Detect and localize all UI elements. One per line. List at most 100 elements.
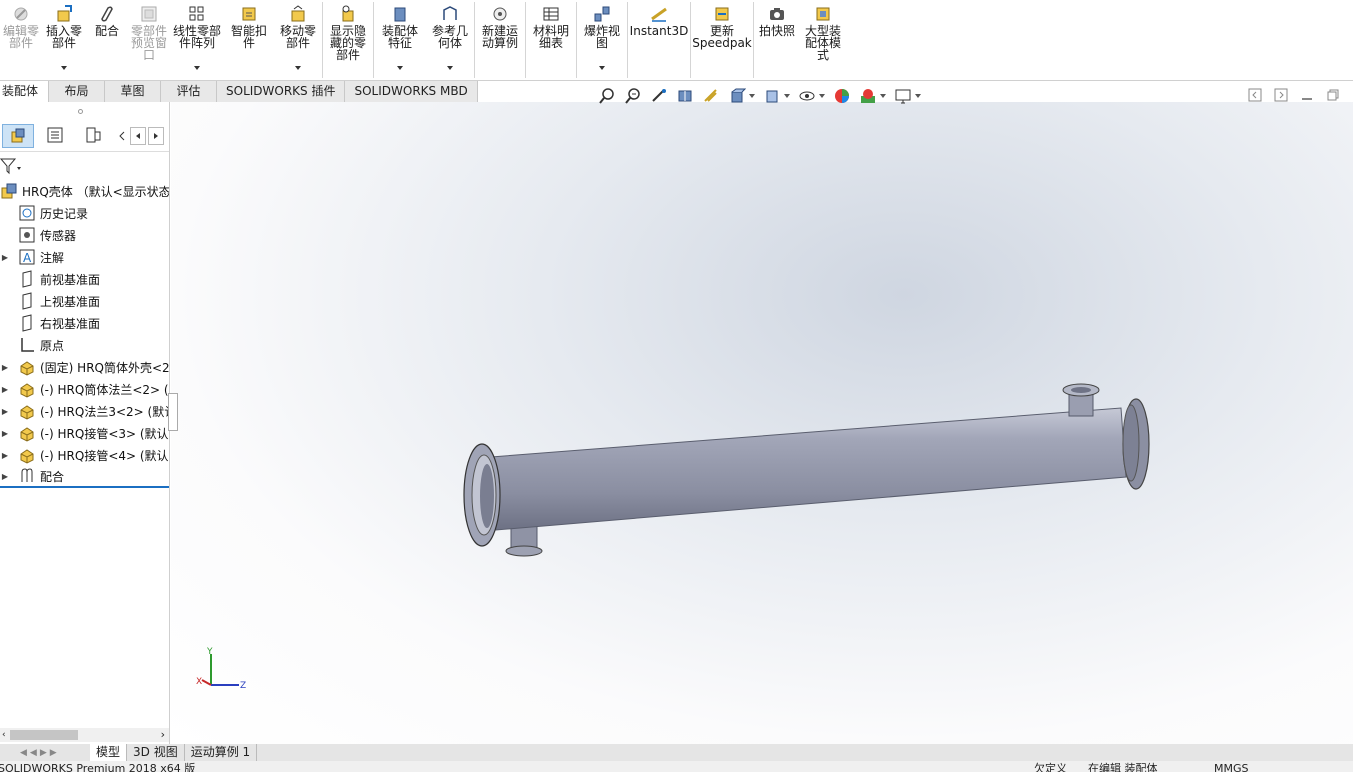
tree-item[interactable]: 前视基准面 <box>0 268 169 290</box>
tree-item-label: 历史记录 <box>40 206 89 221</box>
previous-view-icon[interactable] <box>650 87 668 105</box>
tree-root-assembly[interactable]: HRQ壳体 （默认<显示状态- <box>0 180 169 202</box>
bom-button[interactable]: 材料明 细表 <box>526 0 576 78</box>
instant3d-button[interactable]: Instant3D <box>628 0 690 78</box>
chevron-down-icon[interactable] <box>819 94 825 98</box>
view-settings-icon[interactable] <box>894 87 912 105</box>
chevron-down-icon[interactable] <box>915 94 921 98</box>
tree-item[interactable]: 上视基准面 <box>0 290 169 312</box>
filter-button[interactable] <box>0 156 24 176</box>
smart-fastener-button[interactable]: 智能扣 件 <box>224 0 274 78</box>
new-motion-study-button[interactable]: 新建运 动算例 <box>475 0 525 78</box>
chevron-down-icon[interactable] <box>880 94 886 98</box>
edit-appearance-icon[interactable] <box>833 87 851 105</box>
chevron-down-icon[interactable] <box>447 66 453 70</box>
scroll-left-icon[interactable]: ‹ <box>2 730 6 740</box>
minimize-icon[interactable] <box>1300 88 1314 102</box>
expand-arrow-icon[interactable]: ▶ <box>0 451 10 460</box>
move-component-button[interactable]: 移动零 部件 <box>274 0 322 78</box>
exploded-view-button[interactable]: 爆炸视 图 <box>577 0 627 78</box>
expand-arrow-icon[interactable]: ▶ <box>0 429 10 438</box>
expand-arrow-icon[interactable]: ▶ <box>0 385 10 394</box>
left-flange[interactable] <box>463 443 501 547</box>
expand-arrow-icon[interactable]: ▶ <box>0 472 10 481</box>
dynamic-annotation-icon[interactable] <box>702 87 720 105</box>
tab-scroll-left[interactable] <box>116 127 128 145</box>
horizontal-scrollbar[interactable]: ‹ › <box>0 728 169 742</box>
tree-item[interactable]: ▶ (-) HRQ接管<4> (默认 <box>0 444 169 466</box>
part-icon <box>20 449 34 464</box>
reference-geometry-label: 参考几 何体 <box>431 24 468 50</box>
apply-scene-icon[interactable] <box>859 87 877 105</box>
expand-arrow-icon[interactable]: ▶ <box>0 253 10 262</box>
expand-arrow-icon[interactable]: ▶ <box>0 363 10 372</box>
large-assembly-button[interactable]: 大型装 配体模 式 <box>800 0 846 78</box>
next-viewport-icon[interactable] <box>1274 88 1288 102</box>
view-orientation-icon[interactable] <box>728 87 746 105</box>
snapshot-button[interactable]: 拍快照 <box>754 0 800 78</box>
part-icon <box>20 361 34 376</box>
tab-solidworks-addins[interactable]: SOLIDWORKS 插件 <box>217 81 346 102</box>
tree-item[interactable]: ▶ A 注解 <box>0 246 169 268</box>
tree-item[interactable]: 右视基准面 <box>0 312 169 334</box>
tab-prev-button[interactable] <box>130 126 146 145</box>
display-style-icon[interactable] <box>763 87 781 105</box>
panel-grip-icon[interactable] <box>78 109 83 114</box>
tab-nav-buttons[interactable]: ◀◀▶▶ <box>0 744 90 761</box>
status-editing[interactable]: 在编辑 装配体 <box>1088 763 1158 772</box>
restore-icon[interactable] <box>1326 88 1340 102</box>
chevron-down-icon[interactable] <box>749 94 755 98</box>
tab-assembly[interactable]: 装配体 <box>0 81 49 102</box>
tree-item[interactable]: ▶ (-) HRQ筒体法兰<2> ( <box>0 378 169 400</box>
hide-show-items-icon[interactable] <box>798 87 816 105</box>
tab-sketch[interactable]: 草图 <box>105 81 161 102</box>
tree-item[interactable]: ▶ (固定) HRQ筒体外壳<2 <box>0 356 169 378</box>
tree-item[interactable]: 历史记录 <box>0 202 169 224</box>
tree-item[interactable]: ▶ (-) HRQ接管<3> (默认 <box>0 422 169 444</box>
chevron-down-icon[interactable] <box>61 66 67 70</box>
right-flange[interactable] <box>1122 398 1150 490</box>
mate-button[interactable]: 配合 <box>86 0 128 78</box>
insert-component-button[interactable]: 插入零 部件 <box>42 0 86 78</box>
chevron-down-icon[interactable] <box>397 66 403 70</box>
graphics-area[interactable]: Y Z X <box>171 102 1353 744</box>
exploded-view-icon <box>594 6 610 22</box>
tab-3d-view[interactable]: 3D 视图 <box>127 744 185 761</box>
tab-layout[interactable]: 布局 <box>49 81 105 102</box>
scroll-thumb[interactable] <box>10 730 78 740</box>
reference-geometry-button[interactable]: 参考几 何体 <box>426 0 474 78</box>
zoom-to-fit-icon[interactable] <box>598 87 616 105</box>
zoom-to-area-icon[interactable] <box>624 87 642 105</box>
expand-arrow-icon[interactable]: ▶ <box>0 407 10 416</box>
linear-pattern-button[interactable]: 线性零部 件阵列 <box>170 0 224 78</box>
tab-solidworks-mbd[interactable]: SOLIDWORKS MBD <box>345 81 478 102</box>
tree-item[interactable]: ▶ 配合 <box>0 466 169 488</box>
status-units[interactable]: MMGS <box>1214 763 1249 772</box>
chevron-down-icon[interactable] <box>599 66 605 70</box>
assembly-feature-button[interactable]: 装配体 特征 <box>374 0 426 78</box>
tab-evaluate[interactable]: 评估 <box>161 81 217 102</box>
tree-item[interactable]: 传感器 <box>0 224 169 246</box>
tab-motion-study[interactable]: 运动算例 1 <box>185 744 258 761</box>
component-preview-button[interactable]: 零部件 预览窗 口 <box>128 0 170 78</box>
chevron-down-icon[interactable] <box>194 66 200 70</box>
tab-configuration-manager[interactable] <box>78 124 110 148</box>
panel-splitter-handle[interactable] <box>168 393 178 431</box>
chevron-down-icon[interactable] <box>784 94 790 98</box>
scroll-right-icon[interactable]: › <box>161 728 165 741</box>
edit-component-button[interactable]: 编辑零 部件 <box>0 0 42 78</box>
exploded-view-label: 爆炸视 图 <box>583 24 620 50</box>
tab-property-manager[interactable] <box>40 124 72 148</box>
chevron-down-icon[interactable] <box>295 66 301 70</box>
section-view-icon[interactable] <box>676 87 694 105</box>
tab-feature-manager[interactable] <box>2 123 34 148</box>
show-hidden-button[interactable]: 显示隐 藏的零 部件 <box>323 0 373 78</box>
plane-icon <box>22 270 32 288</box>
assembly-model[interactable]: Y Z X <box>171 102 1353 744</box>
tab-next-button[interactable] <box>148 126 164 145</box>
tree-item[interactable]: 原点 <box>0 334 169 356</box>
tab-model[interactable]: 模型 <box>90 744 128 761</box>
previous-viewport-icon[interactable] <box>1248 88 1262 102</box>
update-speedpak-button[interactable]: 更新 Speedpak <box>691 0 753 78</box>
tree-item[interactable]: ▶ (-) HRQ法兰3<2> (默认 <box>0 400 169 422</box>
